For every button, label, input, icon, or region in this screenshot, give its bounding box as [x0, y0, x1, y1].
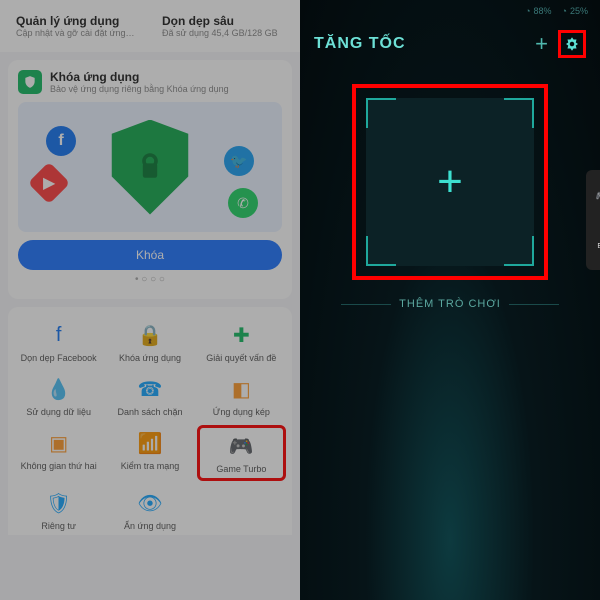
- card-title: Dọn dẹp sâu: [162, 14, 284, 28]
- app-lock-illustration: f ▶ 🐦 ✆: [18, 102, 282, 232]
- tool-label: Ứng dụng kép: [213, 407, 270, 417]
- tool-label: Ẩn ứng dụng: [124, 521, 176, 531]
- tool-icon: ▣: [45, 429, 73, 457]
- tool-icon: ☎: [136, 375, 164, 403]
- twitter-icon: 🐦: [224, 146, 254, 176]
- corner-decoration: [504, 98, 534, 128]
- tool-label: Dọn dẹp Facebook: [21, 353, 97, 363]
- tool-item[interactable]: ☎ Danh sách chặn: [105, 371, 194, 421]
- tool-icon: 📶: [136, 429, 164, 457]
- corner-decoration: [366, 98, 396, 128]
- tool-icon: 🔒: [136, 321, 164, 349]
- card-subtitle: Cập nhật và gỡ cài đặt ứng…: [16, 28, 138, 38]
- tools-grid: f Dọn dẹp Facebook 🔒 Khóa ứng dụng ✚ Giải quy…: [8, 307, 292, 535]
- add-game-highlight: +: [352, 84, 548, 280]
- corner-decoration: [504, 236, 534, 266]
- app-lock-subtitle: Bảo vệ ứng dụng riêng bằng Khóa ứng dụng: [50, 84, 229, 94]
- lock-button[interactable]: Khóa: [18, 240, 282, 270]
- card-title: Quản lý ứng dụng: [16, 14, 138, 28]
- tool-label: Danh sách chặn: [117, 407, 182, 417]
- page-title: TĂNG TỐC: [314, 35, 525, 53]
- tool-icon: f: [45, 321, 73, 349]
- tool-item[interactable]: 🛡 Riêng tư: [14, 485, 103, 535]
- storage-status: ◔25%: [562, 6, 588, 16]
- game-preview-side: 🎮 ES: [586, 170, 600, 270]
- game-turbo-panel: ◔88% ◔25% TĂNG TỐC + 🎮 ES + THÊM TRÒ CHƠ…: [300, 0, 600, 600]
- shield-icon: [18, 70, 42, 94]
- plus-icon: +: [437, 157, 463, 207]
- card-subtitle: Đã sử dụng 45,4 GB/128 GB: [162, 28, 284, 38]
- tool-label: Riêng tư: [41, 521, 76, 531]
- tool-item[interactable]: ▣ Không gian thứ hai: [14, 425, 103, 481]
- settings-button[interactable]: [558, 30, 586, 58]
- app-lock-section: Khóa ứng dụng Bảo vệ ứng dụng riêng bằng…: [8, 60, 292, 299]
- divider: [341, 304, 391, 305]
- tool-item[interactable]: 📶 Kiểm tra mạng: [105, 425, 194, 481]
- tool-label: Giải quyết vấn đề: [206, 353, 276, 363]
- tool-label: Khóa ứng dụng: [119, 353, 181, 363]
- tool-label: Sử dụng dữ liệu: [26, 407, 91, 417]
- tool-icon: 💧: [45, 375, 73, 403]
- tool-icon: 👁: [136, 489, 164, 517]
- tool-item[interactable]: 💧 Sử dụng dữ liệu: [14, 371, 103, 421]
- tool-icon: 🛡: [45, 489, 73, 517]
- tool-label: Không gian thứ hai: [21, 461, 97, 471]
- divider: [509, 304, 559, 305]
- youtube-icon: ▶: [28, 162, 70, 204]
- deep-clean-card[interactable]: Dọn dẹp sâu Đã sử dụng 45,4 GB/128 GB: [154, 8, 292, 44]
- tool-item[interactable]: 🔒 Khóa ứng dụng: [105, 317, 194, 367]
- tool-item[interactable]: f Dọn dẹp Facebook: [14, 317, 103, 367]
- status-bar: ◔88% ◔25%: [300, 0, 600, 22]
- tool-item[interactable]: 👁 Ẩn ứng dụng: [105, 485, 194, 535]
- tool-icon: 🎮: [227, 432, 255, 460]
- tool-item[interactable]: ◧ Ứng dụng kép: [197, 371, 286, 421]
- add-game-label: THÊM TRÒ CHƠI: [399, 298, 501, 310]
- tool-item[interactable]: 🎮 Game Turbo: [197, 425, 286, 481]
- lock-shield-icon: [108, 120, 193, 215]
- add-game-slot[interactable]: +: [366, 98, 534, 266]
- tool-icon: ✚: [227, 321, 255, 349]
- page-indicator: • ○ ○ ○: [18, 270, 282, 289]
- tool-item[interactable]: ✚ Giải quyết vấn đề: [197, 317, 286, 367]
- whatsapp-icon: ✆: [228, 188, 258, 218]
- manage-apps-card[interactable]: Quản lý ứng dụng Cập nhật và gỡ cài đặt …: [8, 8, 146, 44]
- tool-label: Game Turbo: [216, 464, 266, 474]
- facebook-icon: f: [46, 126, 76, 156]
- corner-decoration: [366, 236, 396, 266]
- app-lock-title: Khóa ứng dụng: [50, 70, 229, 84]
- tool-icon: ◧: [227, 375, 255, 403]
- add-icon[interactable]: +: [535, 31, 548, 57]
- security-app-panel: Quản lý ứng dụng Cập nhật và gỡ cài đặt …: [0, 0, 300, 600]
- tool-label: Kiểm tra mạng: [121, 461, 180, 471]
- battery-status: ◔88%: [525, 6, 551, 16]
